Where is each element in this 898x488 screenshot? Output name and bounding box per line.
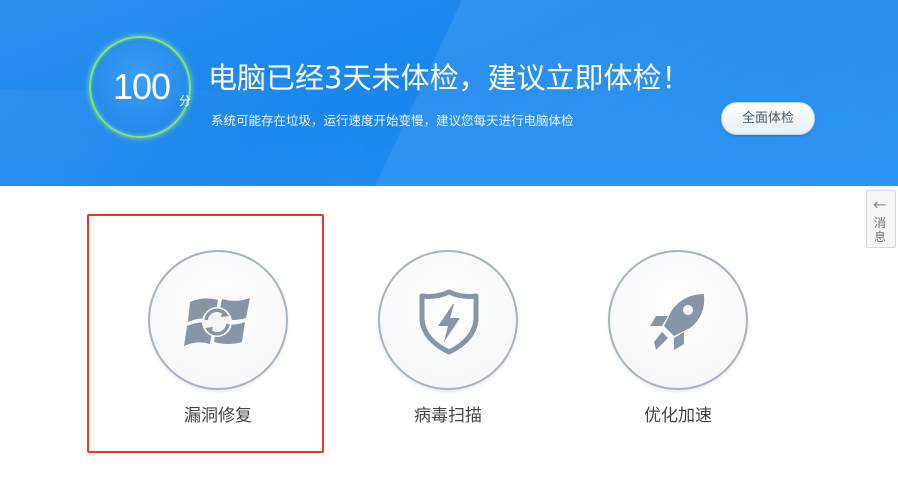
message-tab-label: 消息 (874, 216, 887, 244)
shield-lightning-icon (419, 289, 479, 355)
message-tab[interactable]: ← 消息 (866, 190, 896, 248)
windows-repair-icon (184, 298, 250, 346)
tool-label: 优化加速 (644, 406, 712, 426)
arrow-left-icon: ← (873, 195, 887, 214)
score-value: 100 (113, 66, 171, 107)
health-subline: 系统可能存在垃圾，运行速度开始变慢，建议您每天进行电脑体检 (211, 113, 574, 128)
health-headline: 电脑已经3天未体检，建议立即体检！ (208, 61, 691, 95)
tool-label: 病毒扫描 (414, 406, 482, 426)
tool-optimize-speed[interactable]: 优化加速 (608, 250, 748, 430)
tool-label: 漏洞修复 (184, 406, 252, 426)
tool-circle[interactable] (608, 250, 748, 390)
score-unit: 分 (179, 94, 192, 108)
health-banner: 100 分 电脑已经3天未体检，建议立即体检！ 系统可能存在垃圾，运行速度开始变… (0, 0, 898, 186)
tool-vulnerability-repair[interactable]: 漏洞修复 (148, 250, 288, 430)
tool-circle[interactable] (378, 250, 518, 390)
full-check-button[interactable]: 全面体检 (721, 102, 815, 135)
tool-circle[interactable] (148, 250, 288, 390)
tool-virus-scan[interactable]: 病毒扫描 (378, 250, 518, 430)
score-ring: 100 分 (89, 36, 191, 138)
rocket-icon (650, 294, 705, 350)
